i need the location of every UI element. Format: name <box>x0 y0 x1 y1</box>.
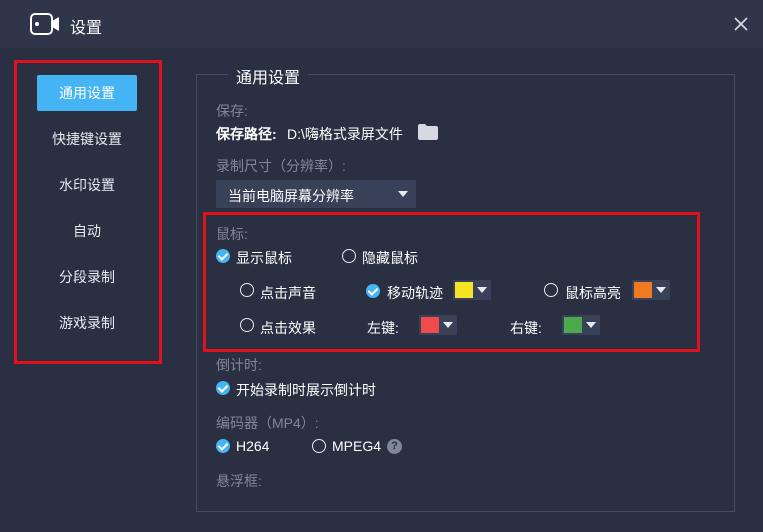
sidebar-item-segment-recording[interactable]: 分段录制 <box>37 259 137 295</box>
h264-radio[interactable] <box>216 439 230 453</box>
mouse-highlight-label: 鼠标高亮 <box>565 285 621 301</box>
chevron-down-icon <box>477 287 487 293</box>
chevron-down-icon <box>586 322 596 328</box>
sidebar-item-watermark[interactable]: 水印设置 <box>37 167 137 203</box>
sidebar-item-game-recording[interactable]: 游戏录制 <box>37 305 137 341</box>
mpeg4-label: MPEG4 <box>332 438 382 454</box>
save-label: 保存: <box>216 103 248 119</box>
chevron-down-icon <box>398 191 408 197</box>
sidebar-item-hotkeys[interactable]: 快捷键设置 <box>37 121 137 157</box>
encoder-label: 编码器（MP4）: <box>216 415 319 431</box>
save-path-label: 保存路径: <box>216 126 277 142</box>
resolution-label: 录制尺寸（分辨率）: <box>216 158 346 174</box>
move-track-checkbox[interactable] <box>366 284 380 298</box>
left-key-label: 左键: <box>367 320 399 336</box>
highlight-color-swatch <box>634 282 652 298</box>
mouse-highlight-radio[interactable] <box>544 283 558 297</box>
show-mouse-label: 显示鼠标 <box>236 250 292 266</box>
save-path-value: D:\嗨格式录屏文件 <box>287 126 403 142</box>
mouse-label: 鼠标: <box>216 226 248 242</box>
chevron-down-icon <box>656 287 666 293</box>
sidebar-item-auto[interactable]: 自动 <box>37 213 137 249</box>
hide-mouse-radio[interactable] <box>342 249 356 263</box>
sidebar-item-general[interactable]: 通用设置 <box>37 75 137 111</box>
resolution-dropdown[interactable]: 当前电脑屏幕分辨率 <box>216 180 416 208</box>
click-sound-radio[interactable] <box>240 283 254 297</box>
right-key-color-picker[interactable] <box>562 315 600 335</box>
settings-sidebar: 通用设置 快捷键设置 水印设置 自动 分段录制 游戏录制 <box>14 60 162 364</box>
highlight-color-picker[interactable] <box>632 280 670 300</box>
help-icon[interactable]: ? <box>387 439 402 454</box>
countdown-option-label: 开始录制时展示倒计时 <box>236 382 376 398</box>
click-effect-radio[interactable] <box>240 318 254 332</box>
section-title: 通用设置 <box>228 64 309 88</box>
title-bar: 设置 <box>0 0 763 48</box>
hide-mouse-label: 隐藏鼠标 <box>362 250 418 266</box>
show-mouse-radio[interactable] <box>216 249 230 263</box>
right-key-label: 右键: <box>510 320 542 336</box>
resolution-selected: 当前电脑屏幕分辨率 <box>228 188 354 204</box>
move-track-color-swatch <box>455 282 473 298</box>
chevron-down-icon <box>443 322 453 328</box>
right-key-color-swatch <box>564 317 582 333</box>
move-track-label: 移动轨迹 <box>387 285 443 301</box>
countdown-label: 倒计时: <box>216 357 262 373</box>
video-camera-icon <box>30 13 59 35</box>
mpeg4-radio[interactable] <box>312 439 326 453</box>
h264-label: H264 <box>236 438 270 454</box>
move-track-color-picker[interactable] <box>453 280 491 300</box>
click-effect-label: 点击效果 <box>260 320 316 336</box>
left-key-color-picker[interactable] <box>419 315 457 335</box>
click-sound-label: 点击声音 <box>260 285 316 301</box>
close-icon[interactable] <box>730 13 752 35</box>
window-title: 设置 <box>70 20 103 37</box>
left-key-color-swatch <box>421 317 439 333</box>
folder-icon[interactable] <box>418 124 438 140</box>
countdown-checkbox[interactable] <box>216 381 230 395</box>
floating-window-label: 悬浮框: <box>216 473 262 489</box>
